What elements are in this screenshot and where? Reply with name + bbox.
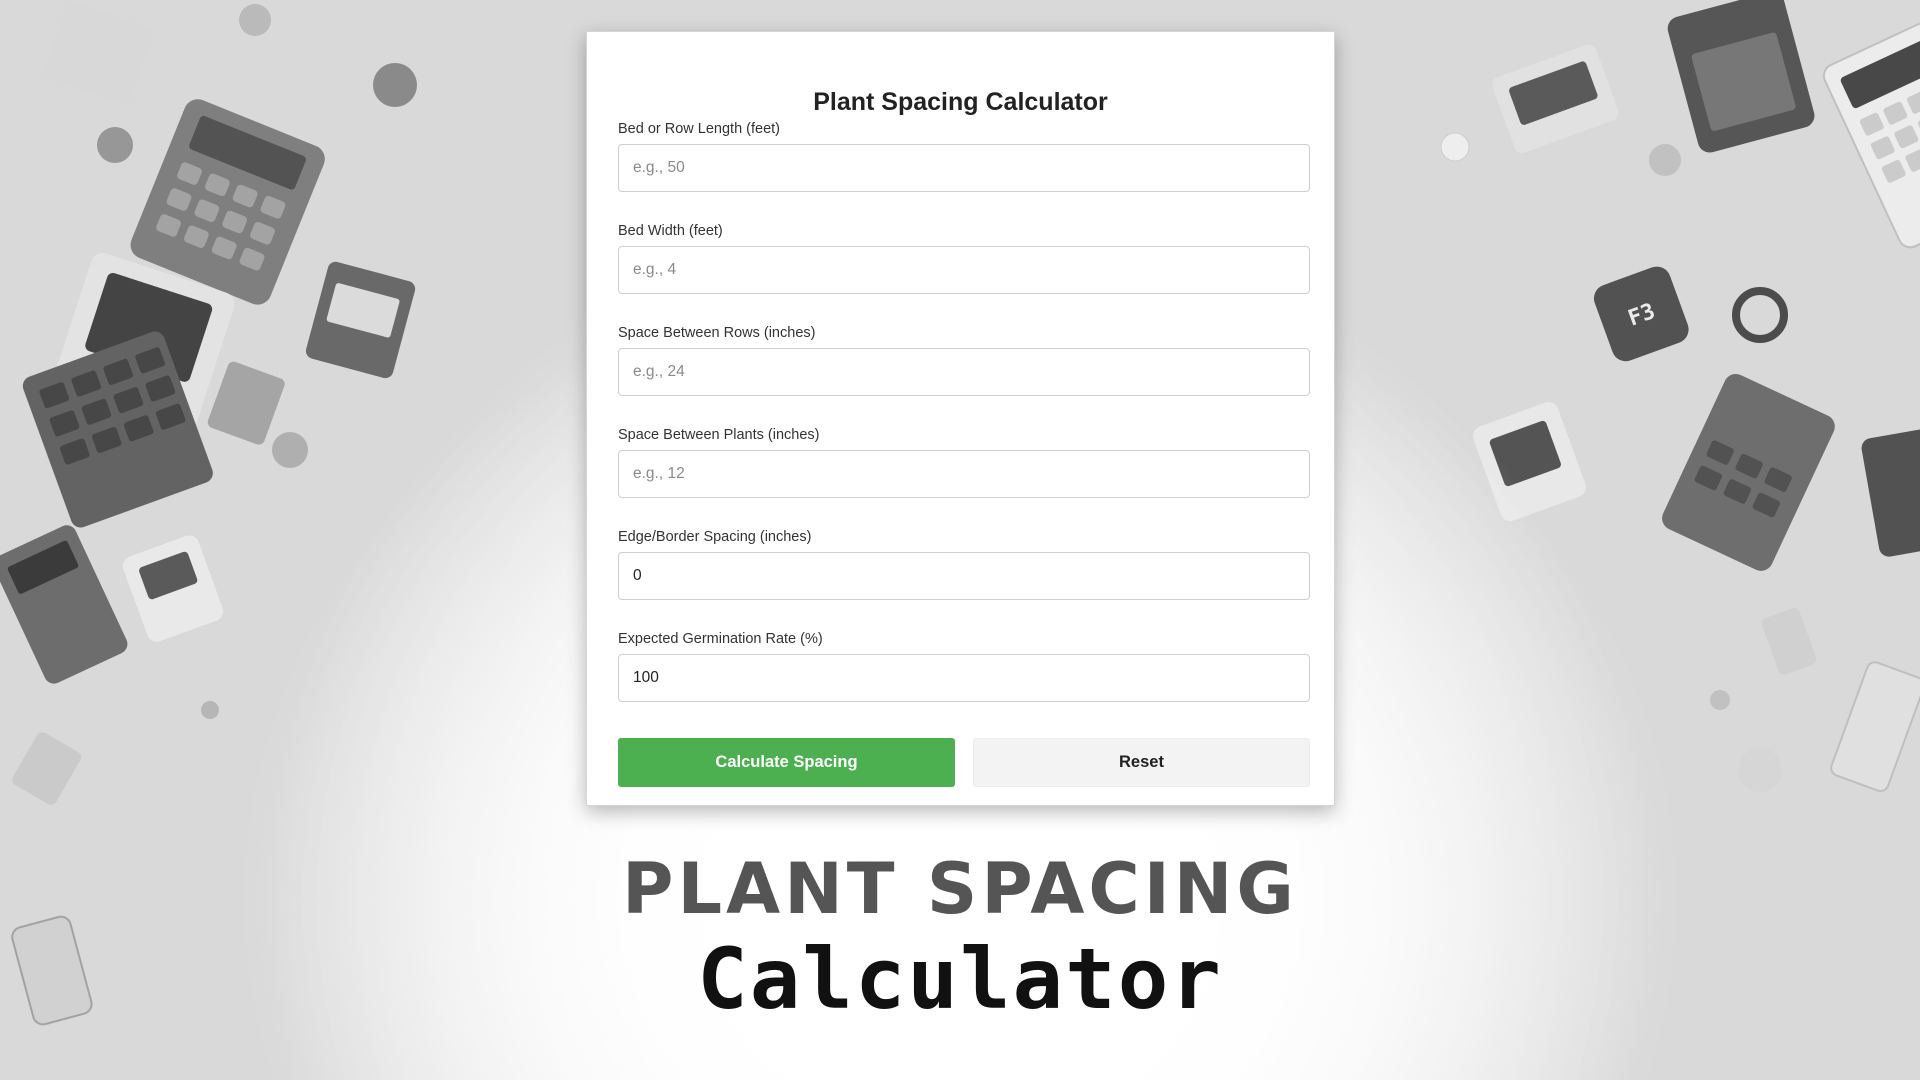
bed-length-input[interactable] xyxy=(618,144,1310,192)
field-bed-width: Bed Width (feet) xyxy=(618,222,1310,294)
svg-text:F3: F3 xyxy=(1625,299,1658,332)
hero-heading: PLANT SPACING xyxy=(622,848,1298,930)
bed-width-label: Bed Width (feet) xyxy=(618,223,723,239)
field-plant-spacing: Space Between Plants (inches) xyxy=(618,426,1310,498)
plant-spacing-input[interactable] xyxy=(618,450,1310,498)
edge-spacing-label: Edge/Border Spacing (inches) xyxy=(618,529,812,545)
calculate-spacing-button[interactable]: Calculate Spacing xyxy=(618,738,955,787)
reset-button[interactable]: Reset xyxy=(973,738,1310,787)
field-bed-length: Bed or Row Length (feet) xyxy=(618,120,1310,192)
hero-subheading: Calculator xyxy=(697,930,1223,1028)
field-edge-spacing: Edge/Border Spacing (inches) xyxy=(618,528,1310,600)
row-spacing-input[interactable] xyxy=(618,348,1310,396)
plant-spacing-label: Space Between Plants (inches) xyxy=(618,427,820,443)
bed-width-input[interactable] xyxy=(618,246,1310,294)
bed-length-label: Bed or Row Length (feet) xyxy=(618,121,781,137)
germination-rate-input[interactable] xyxy=(618,654,1310,702)
form-title: Plant Spacing Calculator xyxy=(813,88,1108,116)
germination-rate-label: Expected Germination Rate (%) xyxy=(618,631,823,647)
field-row-spacing: Space Between Rows (inches) xyxy=(618,324,1310,396)
edge-spacing-input[interactable] xyxy=(618,552,1310,600)
row-spacing-label: Space Between Rows (inches) xyxy=(618,325,816,341)
field-germination-rate: Expected Germination Rate (%) xyxy=(618,630,1310,702)
